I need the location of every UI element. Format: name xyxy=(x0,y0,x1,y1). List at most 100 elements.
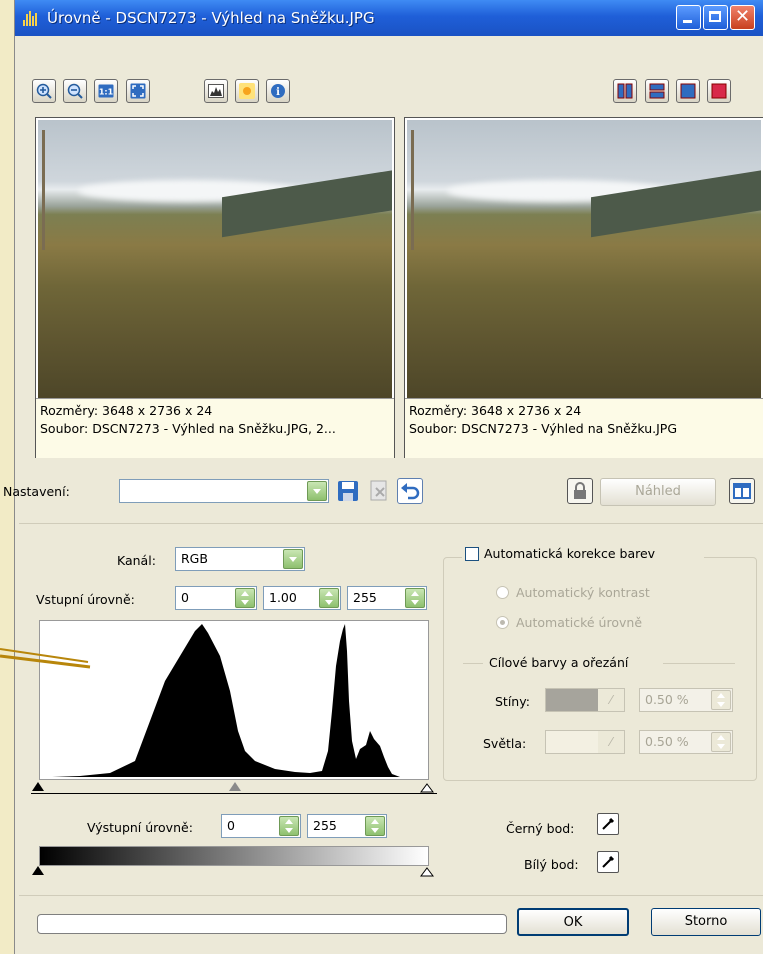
result-dimensions: Rozměry: 3648 x 2736 x 24 xyxy=(409,403,582,418)
highlights-label: Světla: xyxy=(483,736,527,751)
auto-contrast-label[interactable]: Automatický kontrast xyxy=(516,585,650,600)
fit-window-button[interactable] xyxy=(126,79,150,103)
minimize-button[interactable] xyxy=(676,5,701,30)
zoom-out-button[interactable] xyxy=(63,79,87,103)
shadows-color-swatch[interactable]: ⁄ xyxy=(545,688,625,712)
cancel-button[interactable]: Storno xyxy=(651,908,761,936)
save-settings-button[interactable] xyxy=(336,479,360,503)
levels-app-icon xyxy=(21,8,41,28)
original-file: Soubor: DSCN7273 - Výhled na Sněžku.JPG,… xyxy=(40,421,336,436)
lock-button[interactable] xyxy=(567,478,593,504)
channel-label: Kanál: xyxy=(117,553,156,568)
spin-arrows-icon[interactable] xyxy=(279,816,299,836)
spin-arrows-icon[interactable] xyxy=(711,690,731,710)
highlights-clip-field[interactable]: 0.50 % xyxy=(639,730,733,754)
histogram-button[interactable] xyxy=(204,79,228,103)
output-black-field[interactable]: 0 xyxy=(221,814,301,838)
spin-arrows-icon[interactable] xyxy=(711,732,731,752)
eyedropper-icon[interactable]: ⁄ xyxy=(598,731,624,753)
output-white-value: 255 xyxy=(313,818,337,833)
histogram-icon xyxy=(208,83,224,99)
input-white-slider[interactable] xyxy=(420,782,434,793)
split-vertical-button[interactable] xyxy=(613,79,637,103)
original-preview-panel: Rozměry: 3648 x 2736 x 24 Soubor: DSCN72… xyxy=(35,117,395,458)
spin-arrows-icon[interactable] xyxy=(405,588,425,608)
spin-arrows-icon[interactable] xyxy=(319,588,339,608)
chevron-down-icon[interactable] xyxy=(307,481,327,501)
title-bar[interactable]: Úrovně - DSCN7273 - Výhled na Sněžku.JPG… xyxy=(15,0,763,36)
output-black-slider[interactable] xyxy=(32,866,44,875)
eyedropper-icon[interactable]: ⁄ xyxy=(598,689,624,711)
single-view-icon xyxy=(680,83,696,99)
auto-levels-label[interactable]: Automatické úrovně xyxy=(516,615,642,630)
spin-arrows-icon[interactable] xyxy=(235,588,255,608)
channel-value: RGB xyxy=(181,551,208,566)
spin-arrows-icon[interactable] xyxy=(365,816,385,836)
undo-icon xyxy=(401,483,420,500)
output-white-slider[interactable] xyxy=(420,866,434,877)
eyedropper-icon xyxy=(602,855,615,868)
group-line xyxy=(663,663,735,664)
original-view-button[interactable] xyxy=(707,79,731,103)
black-point-picker[interactable] xyxy=(597,813,619,835)
settings-label: Nastavení: xyxy=(3,484,70,499)
output-levels-label: Výstupní úrovně: xyxy=(87,820,193,835)
auto-correction-checkbox[interactable] xyxy=(465,547,479,561)
result-preview-panel: Rozměry: 3648 x 2736 x 24 Soubor: DSCN72… xyxy=(404,117,763,458)
input-black-field[interactable]: 0 xyxy=(175,586,257,610)
white-point-label: Bílý bod: xyxy=(524,857,579,872)
single-view-button[interactable] xyxy=(676,79,700,103)
compare-view-icon xyxy=(733,483,751,499)
output-white-field[interactable]: 255 xyxy=(307,814,387,838)
info-button[interactable]: i xyxy=(266,79,290,103)
svg-text:1:1: 1:1 xyxy=(99,88,114,97)
maximize-icon xyxy=(709,11,721,22)
channel-select[interactable]: RGB xyxy=(175,547,305,571)
undo-button[interactable] xyxy=(397,478,423,504)
result-file: Soubor: DSCN7273 - Výhled na Sněžku.JPG xyxy=(409,421,678,436)
brightness-button[interactable] xyxy=(235,79,259,103)
split-horizontal-button[interactable] xyxy=(645,79,669,103)
settings-combo[interactable] xyxy=(119,479,329,503)
white-point-picker[interactable] xyxy=(597,851,619,873)
auto-levels-radio[interactable] xyxy=(496,616,509,629)
original-image-info: Rozměry: 3648 x 2736 x 24 Soubor: DSCN72… xyxy=(36,398,394,458)
preview-button[interactable]: Náhled xyxy=(600,478,716,506)
zoom-in-button[interactable] xyxy=(32,79,56,103)
window-title: Úrovně - DSCN7273 - Výhled na Sněžku.JPG xyxy=(47,9,375,27)
input-white-value: 255 xyxy=(353,590,377,605)
actual-size-button[interactable]: 1:1 xyxy=(94,79,118,103)
levels-dialog: Úrovně - DSCN7273 - Výhled na Sněžku.JPG… xyxy=(3,0,763,954)
histogram-shape xyxy=(52,624,400,777)
highlights-color-swatch[interactable]: ⁄ xyxy=(545,730,625,754)
zoom-out-icon xyxy=(67,83,83,99)
ok-button[interactable]: OK xyxy=(517,908,629,936)
close-button[interactable]: ✕ xyxy=(730,5,755,30)
input-black-slider[interactable] xyxy=(32,782,44,791)
auto-contrast-radio[interactable] xyxy=(496,586,509,599)
delete-settings-button[interactable] xyxy=(367,479,391,503)
input-gamma-field[interactable]: 1.00 xyxy=(263,586,341,610)
result-image-info: Rozměry: 3648 x 2736 x 24 Soubor: DSCN72… xyxy=(405,398,763,458)
input-white-field[interactable]: 255 xyxy=(347,586,427,610)
save-icon xyxy=(338,481,358,501)
slider-track xyxy=(31,793,437,794)
shadows-clip-value: 0.50 % xyxy=(645,692,689,707)
output-gradient-bar xyxy=(39,846,429,866)
divider xyxy=(19,895,763,896)
highlights-clip-value: 0.50 % xyxy=(645,734,689,749)
output-black-value: 0 xyxy=(227,818,235,833)
auto-correction-label[interactable]: Automatická korekce barev xyxy=(484,546,655,561)
input-gamma-slider[interactable] xyxy=(229,782,241,791)
result-preview-image[interactable] xyxy=(407,120,761,398)
shadows-clip-field[interactable]: 0.50 % xyxy=(639,688,733,712)
compare-view-button[interactable] xyxy=(729,478,755,504)
chevron-down-icon[interactable] xyxy=(283,549,303,569)
delete-settings-icon xyxy=(370,480,387,501)
input-gamma-value: 1.00 xyxy=(269,590,297,605)
group-line xyxy=(463,663,483,664)
maximize-button[interactable] xyxy=(703,5,728,30)
original-preview-image[interactable] xyxy=(38,120,392,398)
target-colors-label: Cílové barvy a ořezání xyxy=(489,655,629,670)
input-black-value: 0 xyxy=(181,590,189,605)
